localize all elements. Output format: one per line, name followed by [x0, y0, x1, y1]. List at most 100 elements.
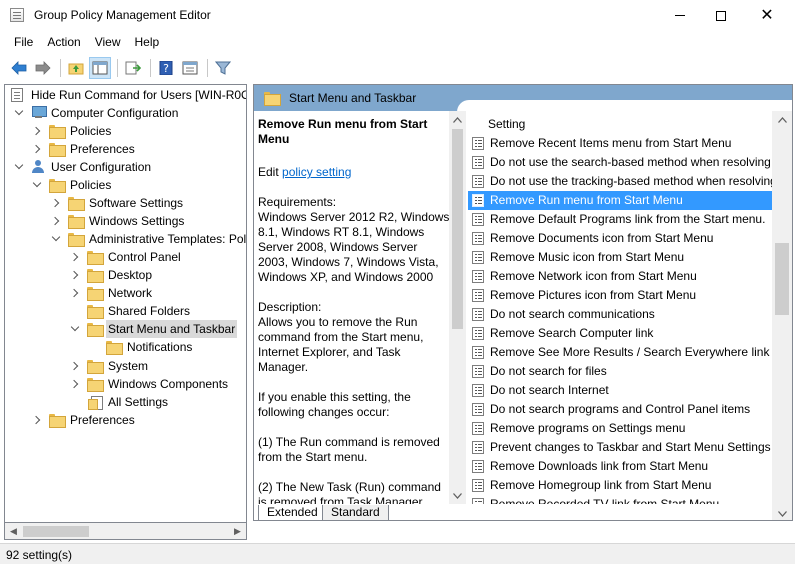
edit-policy-setting-link[interactable]: policy setting	[282, 165, 351, 179]
scroll-up-icon[interactable]	[449, 111, 466, 128]
setting-row[interactable]: Do not use the search-based method when …	[468, 153, 772, 172]
setting-row[interactable]: Do not search communications	[468, 305, 772, 324]
scroll-down-icon[interactable]	[449, 487, 466, 504]
policy-setting-icon	[472, 403, 484, 416]
setting-row[interactable]: Remove Search Computer link	[468, 324, 772, 343]
menu-action[interactable]: Action	[40, 31, 87, 53]
properties-button[interactable]	[179, 57, 201, 79]
chevron-right-icon[interactable]	[69, 379, 80, 389]
folder-icon	[49, 143, 66, 157]
chevron-right-icon[interactable]	[69, 252, 80, 262]
setting-row[interactable]: Do not use the tracking-based method whe…	[468, 172, 772, 191]
help-button[interactable]: ?	[155, 57, 177, 79]
tree-item-label: Policies	[70, 178, 112, 192]
policy-setting-icon	[472, 175, 484, 188]
folder-icon	[49, 179, 66, 193]
chevron-down-icon[interactable]	[51, 232, 61, 244]
setting-label: Remove Search Computer link	[490, 326, 654, 340]
chevron-right-icon[interactable]	[50, 198, 61, 208]
properties-icon	[182, 61, 198, 75]
policy-setting-icon	[472, 156, 484, 169]
scrollbar-thumb[interactable]	[23, 526, 89, 537]
chevron-down-icon[interactable]	[14, 106, 24, 118]
column-header-setting[interactable]: Setting	[488, 117, 525, 131]
chevron-down-icon[interactable]	[32, 178, 42, 190]
setting-row[interactable]: Remove Default Programs link from the St…	[468, 210, 772, 229]
setting-row[interactable]: Remove Recorded TV link from Start Menu	[468, 495, 772, 504]
setting-row[interactable]: Remove Music icon from Start Menu	[468, 248, 772, 267]
back-button[interactable]	[8, 57, 30, 79]
tree-horizontal-scrollbar[interactable]: ◀ ▶	[4, 523, 247, 540]
back-arrow-icon	[11, 61, 27, 75]
chevron-right-icon[interactable]	[69, 361, 80, 371]
console-tree[interactable]: Hide Run Command for Users [WIN-R0O Comp…	[4, 84, 247, 523]
setting-label: Do not search communications	[490, 307, 655, 321]
change-item: (1) The Run command is removed from the …	[258, 435, 440, 464]
setting-row[interactable]: Remove Pictures icon from Start Menu	[468, 286, 772, 305]
maximize-button[interactable]	[698, 0, 744, 31]
folder-icon	[68, 215, 85, 229]
show-hide-tree-button[interactable]	[89, 57, 111, 79]
setting-row[interactable]: Prevent changes to Taskbar and Start Men…	[468, 438, 772, 457]
setting-row[interactable]: Remove See More Results / Search Everywh…	[468, 343, 772, 362]
policy-setting-icon	[472, 251, 484, 264]
forward-button[interactable]	[32, 57, 54, 79]
minimize-icon	[675, 15, 685, 16]
chevron-right-icon[interactable]	[31, 415, 42, 425]
minimize-button[interactable]	[657, 0, 703, 31]
toolbar-separator	[117, 59, 118, 77]
setting-row[interactable]: Remove programs on Settings menu	[468, 419, 772, 438]
scroll-up-icon[interactable]	[774, 111, 791, 128]
tab-extended[interactable]: Extended	[258, 505, 327, 520]
requirements-text: Windows Server 2012 R2, Windows 8.1, Win…	[258, 210, 450, 284]
policy-setting-icon	[472, 213, 484, 226]
chevron-right-icon[interactable]	[31, 144, 42, 154]
setting-row[interactable]: Do not search programs and Control Panel…	[468, 400, 772, 419]
setting-row[interactable]: Remove Homegroup link from Start Menu	[468, 476, 772, 495]
scroll-left-icon[interactable]: ◀	[5, 523, 22, 540]
menu-bar: File Action View Help	[0, 31, 795, 53]
settings-list[interactable]: Setting Remove Recent Items menu from St…	[466, 111, 772, 504]
scrollbar-thumb[interactable]	[775, 243, 789, 315]
chevron-right-icon[interactable]	[50, 216, 61, 226]
setting-row[interactable]: Remove Network icon from Start Menu	[468, 267, 772, 286]
scroll-right-icon[interactable]: ▶	[229, 523, 246, 540]
window-title: Group Policy Management Editor	[34, 8, 211, 22]
tree-item-label: Preferences	[70, 413, 135, 427]
chevron-right-icon[interactable]	[69, 270, 80, 280]
folder-icon	[87, 251, 104, 265]
tree-item-label: Policies	[70, 124, 112, 138]
setting-label: Remove Documents icon from Start Menu	[490, 231, 714, 245]
policy-setting-icon	[472, 460, 484, 473]
settings-scrollbar[interactable]	[772, 111, 792, 520]
menu-file[interactable]: File	[0, 31, 40, 53]
setting-row[interactable]: Remove Downloads link from Start Menu	[468, 457, 772, 476]
setting-row[interactable]: Remove Documents icon from Start Menu	[468, 229, 772, 248]
chevron-right-icon[interactable]	[69, 288, 80, 298]
description-scrollbar[interactable]	[449, 111, 466, 504]
scrollbar-thumb[interactable]	[452, 129, 463, 329]
tab-standard[interactable]: Standard	[322, 505, 389, 520]
setting-row[interactable]: Do not search Internet	[468, 381, 772, 400]
menu-help[interactable]: Help	[128, 31, 167, 53]
folder-icon	[49, 414, 66, 428]
tree-item-label: User Configuration	[51, 160, 152, 174]
setting-row[interactable]: Remove Recent Items menu from Start Menu	[468, 134, 772, 153]
close-icon: ✕	[760, 6, 774, 24]
setting-row[interactable]: Do not search for files	[468, 362, 772, 381]
filter-button[interactable]	[212, 57, 234, 79]
setting-label: Do not use the tracking-based method whe…	[490, 174, 772, 188]
scroll-down-icon[interactable]	[774, 505, 791, 520]
export-list-button[interactable]	[122, 57, 144, 79]
close-button[interactable]: ✕	[744, 0, 790, 31]
toolbar-separator	[207, 59, 208, 77]
menu-view[interactable]: View	[88, 31, 128, 53]
chevron-right-icon[interactable]	[31, 126, 42, 136]
chevron-down-icon[interactable]	[70, 322, 80, 334]
chevron-down-icon[interactable]	[14, 160, 24, 172]
up-one-level-button[interactable]	[65, 57, 87, 79]
details-pane: Start Menu and Taskbar Remove Run menu f…	[253, 84, 793, 521]
setting-label: Remove See More Results / Search Everywh…	[490, 345, 770, 359]
setting-row[interactable]: Remove Run menu from Start Menu	[468, 191, 772, 210]
folder-icon	[68, 197, 85, 211]
